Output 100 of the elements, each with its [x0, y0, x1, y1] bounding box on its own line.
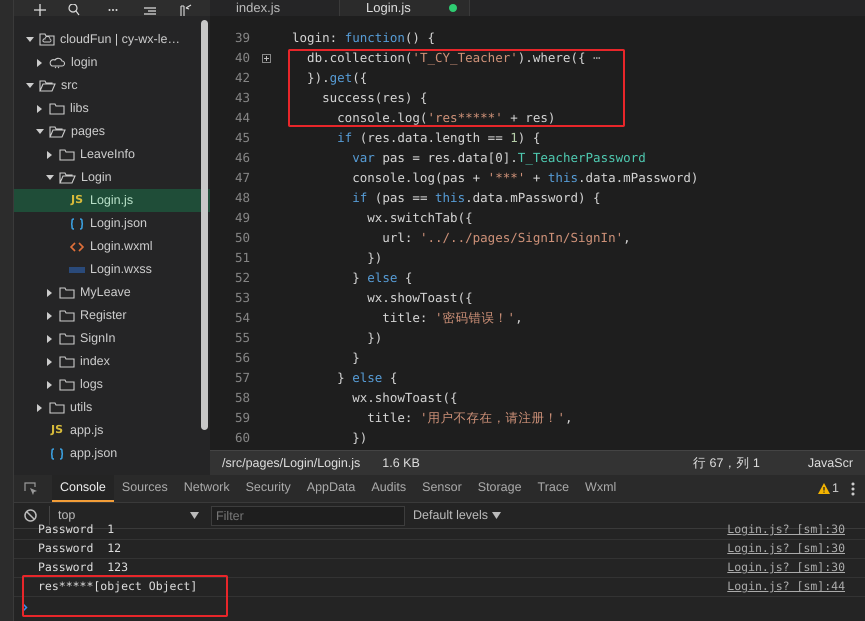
prompt-chevron-icon[interactable]: [22, 602, 28, 612]
filter-field[interactable]: Filter: [211, 506, 405, 526]
folder-icon: [59, 378, 75, 391]
js-file-icon: JS: [49, 422, 65, 439]
code-line: title: '密码错误！',: [381, 308, 523, 327]
line-number: 49: [234, 208, 250, 227]
line-number: 56: [234, 348, 250, 367]
line-number: 43: [234, 88, 250, 107]
dropdown-caret-icon: [492, 512, 502, 519]
sort-icon[interactable]: [144, 6, 156, 16]
devtools-tab[interactable]: Sensor: [414, 475, 470, 502]
tree-item[interactable]: LeaveInfo: [14, 143, 210, 166]
devtools-tab[interactable]: Sources: [114, 475, 176, 502]
devtools-tab[interactable]: Network: [176, 475, 238, 502]
cursor-position: 行 67，列 1: [693, 454, 760, 472]
folder-icon: [59, 148, 75, 161]
editor-tab[interactable]: Login.js: [340, 0, 470, 16]
code-line: wx.switchTab({: [366, 208, 473, 227]
line-number: 45: [234, 128, 250, 147]
tree-item[interactable]: MyLeave: [14, 281, 210, 304]
expanded-arrow-icon: [26, 82, 34, 89]
tree-item[interactable]: JS Login.js: [14, 189, 210, 212]
console-message: Password 12: [38, 540, 122, 558]
line-number: 55: [234, 328, 250, 347]
line-number: 60: [234, 428, 250, 447]
folder-icon: [59, 332, 75, 345]
folder-icon: [49, 401, 65, 414]
code-line: db.collection('T_CY_Teacher').where({ ⋯: [306, 48, 601, 67]
tree-item[interactable]: Login.wxss: [14, 258, 210, 281]
code-line: console.log(pas + '***' + this.data.mPassword): [351, 168, 698, 187]
line-number: 52: [234, 268, 250, 287]
code-line: wx.showToast({: [351, 388, 458, 407]
line-number: 58: [234, 388, 250, 407]
devtools-tab[interactable]: Storage: [470, 475, 530, 502]
console-message: Password 1: [38, 522, 114, 538]
code-line: }): [366, 248, 382, 267]
devtools-tab[interactable]: Security: [238, 475, 299, 502]
line-number: 40: [234, 48, 250, 67]
tree-item[interactable]: utils: [14, 396, 210, 419]
code-line: title: '用户不存在，请注册！',: [366, 408, 573, 427]
context-select[interactable]: top: [49, 506, 199, 525]
fold-expand-icon[interactable]: [262, 54, 271, 62]
language-mode[interactable]: JavaScr: [808, 454, 853, 472]
source-link[interactable]: Login.js? [sm]:30: [727, 559, 845, 577]
open-folder-icon: [59, 171, 76, 184]
folder-icon: [59, 309, 75, 322]
tree-item[interactable]: login: [14, 51, 210, 74]
tree-item[interactable]: index: [14, 350, 210, 373]
expanded-arrow-icon: [46, 174, 54, 181]
levels-dropdown[interactable]: Default levels: [413, 506, 502, 525]
line-number: 44: [234, 108, 250, 127]
code-line: }): [351, 428, 368, 447]
dropdown-caret-icon: [190, 512, 199, 519]
line-number: 39: [234, 28, 250, 47]
collapsed-arrow-icon: [36, 404, 44, 412]
tree-item[interactable]: libs: [14, 97, 210, 120]
tree-item[interactable]: logs: [14, 373, 210, 396]
tree-item[interactable]: cloudFun | cy-wx-le…: [14, 28, 210, 51]
kebab-menu-icon[interactable]: [851, 482, 855, 496]
tree-item[interactable]: Register: [14, 304, 210, 327]
js-file-icon: JS: [69, 192, 85, 209]
scrollbar[interactable]: [201, 20, 208, 430]
code-line: console.log('res*****' + res): [336, 108, 556, 127]
devtools-tab[interactable]: AppData: [298, 475, 364, 502]
code-line: url: '../../pages/SignIn/SignIn',: [381, 228, 631, 247]
source-link[interactable]: Login.js? [sm]:30: [727, 540, 845, 558]
source-link[interactable]: Login.js? [sm]:44: [727, 578, 845, 596]
code-line: } else {: [336, 368, 398, 387]
tree-item[interactable]: pages: [14, 120, 210, 143]
tree-item[interactable]: Login: [14, 166, 210, 189]
warning-count[interactable]: 1: [832, 479, 839, 498]
inspect-icon[interactable]: [24, 482, 38, 496]
braces-file-icon: [70, 218, 84, 230]
code-line: }).get({: [306, 68, 368, 87]
line-number: 50: [234, 228, 250, 247]
clear-console-icon[interactable]: [24, 509, 37, 522]
devtools-tab[interactable]: Console: [52, 475, 114, 502]
collapse-icon[interactable]: [180, 4, 192, 16]
code-line: success(res) {: [321, 88, 428, 107]
line-number: 57: [234, 368, 250, 387]
tree-item[interactable]: JS app.js: [14, 419, 210, 442]
devtools-tab[interactable]: Audits: [363, 475, 414, 502]
add-icon[interactable]: [34, 4, 46, 16]
search-icon[interactable]: [68, 4, 80, 16]
tree-item[interactable]: Login.json: [14, 212, 210, 235]
source-link[interactable]: Login.js? [sm]:30: [727, 521, 845, 539]
tree-item[interactable]: src: [14, 74, 210, 97]
more-icon[interactable]: [108, 8, 118, 12]
code-line: } else {: [351, 268, 412, 287]
open-folder-icon: [49, 125, 66, 138]
code-line: }): [366, 328, 382, 347]
tree-item[interactable]: SignIn: [14, 327, 210, 350]
devtools-tab[interactable]: Trace: [530, 475, 578, 502]
tree-item[interactable]: Login.wxml: [14, 235, 210, 258]
line-number: 48: [234, 188, 250, 207]
folder-icon: [49, 102, 65, 115]
file-size: 1.6 KB: [382, 454, 420, 472]
collapsed-arrow-icon: [46, 334, 54, 342]
devtools-tab[interactable]: Wxml: [577, 475, 624, 502]
tree-item[interactable]: app.json: [14, 442, 210, 465]
